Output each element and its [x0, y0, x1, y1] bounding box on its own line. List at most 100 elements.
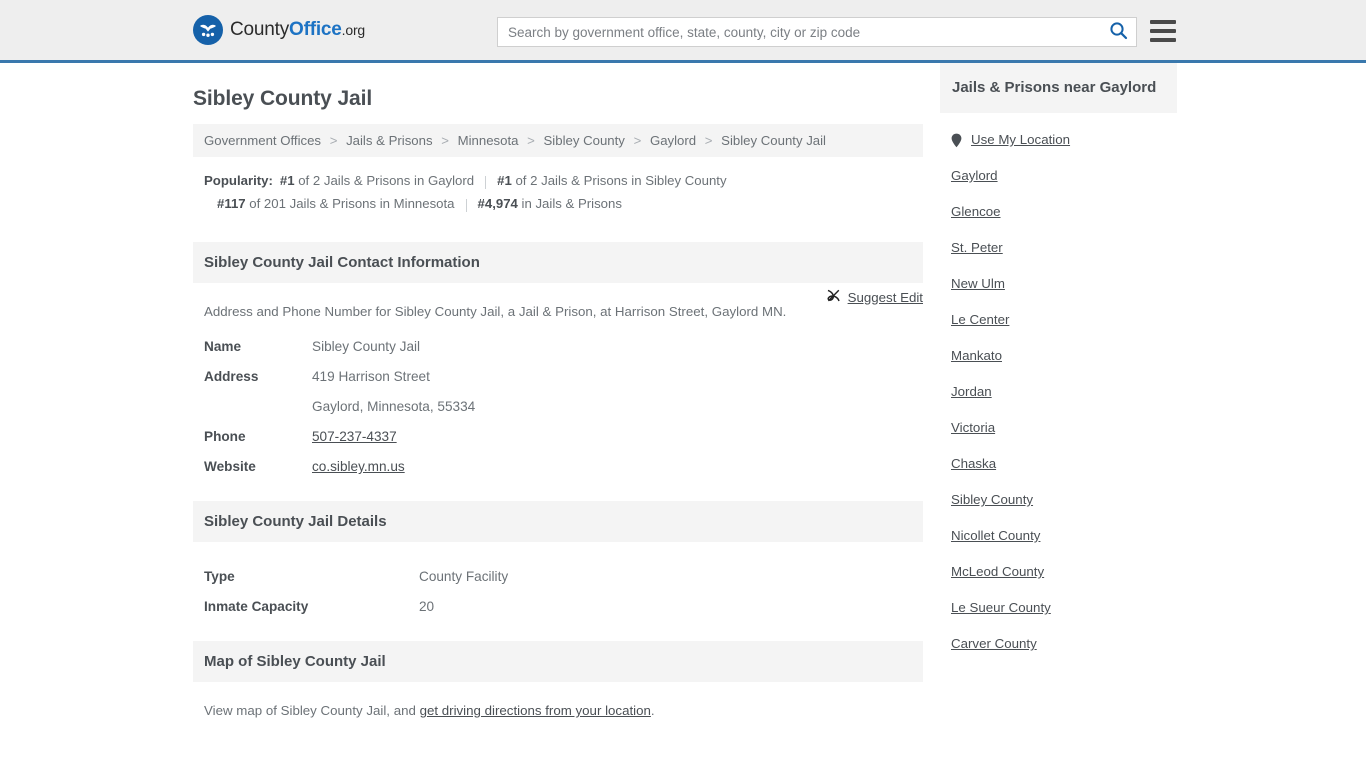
popularity-rank-2: #117	[217, 196, 246, 211]
sidebar-item-jordan[interactable]: Jordan	[951, 374, 1177, 410]
sidebar-link-2[interactable]: St. Peter	[951, 230, 1003, 266]
driving-directions-link[interactable]: get driving directions from your locatio…	[420, 703, 651, 718]
map-body: View map of Sibley County Jail, and get …	[193, 682, 923, 718]
popularity-row-1: Popularity: #1 of 2 Jails & Prisons in Ga…	[204, 169, 912, 192]
contact-value-address-line1: 419 Harrison Street	[312, 369, 430, 384]
contact-value-name: Sibley County Jail	[312, 339, 421, 354]
suggest-edit-label: Suggest Edit	[847, 289, 923, 305]
hamburger-bar-2	[1150, 29, 1176, 33]
sidebar-item-new-ulm[interactable]: New Ulm	[951, 266, 1177, 302]
details-value-inmate-capacity: 20	[419, 599, 435, 614]
popularity-text-0: of 2 Jails & Prisons in Gaylord	[294, 173, 475, 188]
popularity-item-0: #1 of 2 Jails & Prisons in Gaylord	[280, 173, 474, 188]
sidebar-item-sibley-county[interactable]: Sibley County	[951, 482, 1177, 518]
sidebar-item-nicollet-county[interactable]: Nicollet County	[951, 518, 1177, 554]
sidebar-item-st-peter[interactable]: St. Peter	[951, 230, 1177, 266]
contact-row-phone: Phone 507-237-4337	[204, 422, 912, 452]
contact-row-address-line2: Gaylord, Minnesota, 55334	[204, 392, 912, 422]
sidebar-link-1[interactable]: Glencoe	[951, 194, 1001, 230]
sidebar-link-12[interactable]: Le Sueur County	[951, 590, 1051, 626]
logo-text-org: .org	[341, 22, 366, 38]
breadcrumb-separator-icon: >	[441, 133, 449, 148]
sidebar-item-victoria[interactable]: Victoria	[951, 410, 1177, 446]
sidebar-link-10[interactable]: Nicollet County	[951, 518, 1040, 554]
contact-information-body: Address and Phone Number for Sibley Coun…	[193, 283, 923, 482]
breadcrumb-item-1[interactable]: Jails & Prisons	[346, 133, 432, 148]
map-text-after: .	[650, 703, 655, 718]
breadcrumb-item-2[interactable]: Minnesota	[458, 133, 519, 148]
breadcrumb-item-current: Sibley County Jail	[721, 133, 826, 148]
main-column: Sibley County Jail Government Offices > …	[193, 63, 923, 718]
contact-key-name: Name	[204, 339, 242, 354]
map-heading: Map of Sibley County Jail	[193, 641, 923, 682]
breadcrumb-item-3[interactable]: Sibley County	[544, 133, 625, 148]
details-value-type: County Facility	[419, 569, 509, 584]
hamburger-bar-3	[1150, 38, 1176, 42]
sidebar-link-6[interactable]: Jordan	[951, 374, 992, 410]
popularity-label: Popularity:	[204, 173, 273, 188]
phone-link[interactable]: 507-237-4337	[312, 429, 397, 444]
details-row-type: Type County Facility	[204, 562, 912, 592]
contact-information-heading: Sibley County Jail Contact Information	[193, 242, 923, 283]
contact-key-website: Website	[204, 459, 256, 474]
site-logo-text: CountyOffice.org	[230, 19, 365, 41]
search-button[interactable]	[1100, 18, 1136, 46]
popularity-text-2: of 201 Jails & Prisons in Minnesota	[245, 196, 455, 211]
website-link[interactable]: co.sibley.mn.us	[312, 459, 405, 474]
popularity-item-3: #4,974 in Jails & Prisons	[478, 196, 622, 211]
site-logo[interactable]: CountyOffice.org	[193, 15, 365, 45]
site-header: CountyOffice.org	[0, 0, 1366, 63]
sidebar: Jails & Prisons near Gaylord Use My Loca…	[940, 63, 1177, 718]
sidebar-link-9[interactable]: Sibley County	[951, 482, 1033, 518]
details-key-type: Type	[204, 569, 235, 584]
page-title: Sibley County Jail	[193, 87, 373, 110]
sidebar-link-7[interactable]: Victoria	[951, 410, 995, 446]
sidebar-link-5[interactable]: Mankato	[951, 338, 1002, 374]
sidebar-link-0[interactable]: Gaylord	[951, 158, 998, 194]
contact-row-name: Name Sibley County Jail	[204, 332, 912, 362]
contact-value-phone: 507-237-4337	[312, 422, 397, 452]
menu-button[interactable]	[1150, 20, 1176, 42]
sidebar-link-8[interactable]: Chaska	[951, 446, 996, 482]
contact-row-website: Website co.sibley.mn.us	[204, 452, 912, 482]
sidebar-link-3[interactable]: New Ulm	[951, 266, 1005, 302]
suggest-edit-button[interactable]: Suggest Edit	[826, 288, 923, 306]
search-icon	[1109, 21, 1128, 43]
sidebar-link-13[interactable]: Carver County	[951, 626, 1037, 662]
breadcrumb: Government Offices > Jails & Prisons > M…	[193, 124, 923, 157]
sidebar-item-carver-county[interactable]: Carver County	[951, 626, 1177, 662]
sidebar-item-chaska[interactable]: Chaska	[951, 446, 1177, 482]
breadcrumb-separator-icon: >	[704, 133, 713, 148]
contact-value-website: co.sibley.mn.us	[312, 452, 405, 482]
sidebar-item-le-sueur-county[interactable]: Le Sueur County	[951, 590, 1177, 626]
logo-text-county: County	[230, 19, 290, 40]
breadcrumb-separator-icon: >	[527, 133, 535, 148]
popularity-text-1: of 2 Jails & Prisons in Sibley County	[511, 173, 727, 188]
popularity-rank-3: #4,974	[477, 196, 518, 211]
breadcrumb-separator-icon: >	[633, 133, 642, 148]
sidebar-item-glencoe[interactable]: Glencoe	[951, 194, 1177, 230]
use-my-location-link[interactable]: Use My Location	[971, 122, 1070, 158]
contact-value-address-line2: Gaylord, Minnesota, 55334	[312, 399, 476, 414]
map-pin-icon	[951, 133, 962, 148]
contact-key-address: Address	[204, 369, 259, 384]
search-input[interactable]	[498, 18, 1100, 46]
sidebar-link-11[interactable]: McLeod County	[951, 554, 1044, 590]
sidebar-item-gaylord[interactable]: Gaylord	[951, 158, 1177, 194]
popularity-rank-1: #1	[497, 173, 512, 188]
sidebar-item-use-my-location[interactable]: Use My Location	[951, 122, 1177, 158]
popularity-item-2: #117 of 201 Jails & Prisons in Minnesota	[217, 196, 455, 211]
sidebar-link-4[interactable]: Le Center	[951, 302, 1009, 338]
contact-key-phone: Phone	[204, 429, 246, 444]
sidebar-item-le-center[interactable]: Le Center	[951, 302, 1177, 338]
breadcrumb-item-4[interactable]: Gaylord	[650, 133, 696, 148]
popularity-divider	[485, 175, 487, 189]
logo-text-office: Office	[289, 19, 342, 40]
breadcrumb-item-0[interactable]: Government Offices	[204, 133, 321, 148]
sidebar-item-mcleod-county[interactable]: McLeod County	[951, 554, 1177, 590]
sidebar-item-mankato[interactable]: Mankato	[951, 338, 1177, 374]
search-bar[interactable]	[497, 17, 1137, 47]
popularity-item-1: #1 of 2 Jails & Prisons in Sibley County	[497, 173, 726, 188]
contact-description: Address and Phone Number for Sibley Coun…	[204, 304, 787, 319]
county-office-emblem-icon	[193, 15, 223, 45]
